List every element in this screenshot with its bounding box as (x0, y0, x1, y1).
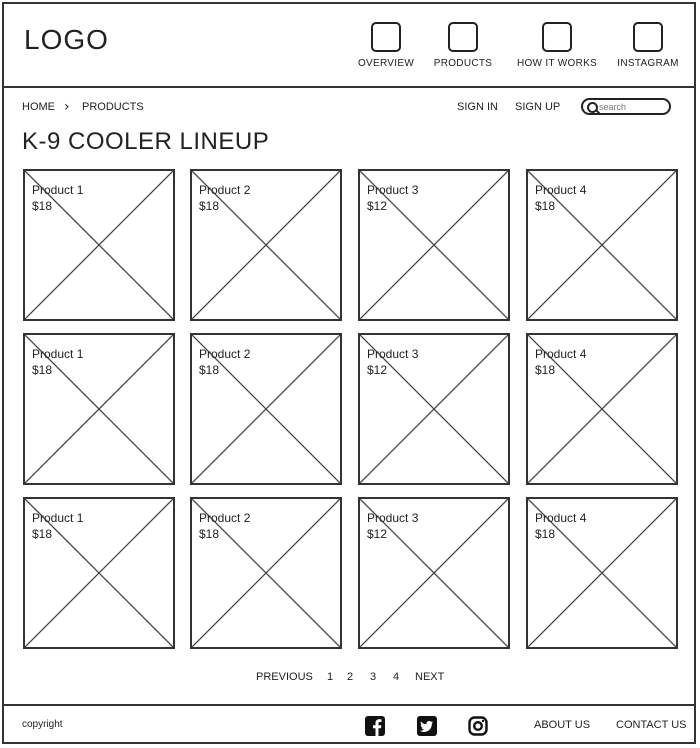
product-price: $18 (535, 527, 556, 541)
footer: copyright ABOUT US CONTACT US (2, 704, 696, 744)
product-name: Product 2 (199, 511, 251, 525)
contact-us-link[interactable]: CONTACT US (616, 719, 687, 731)
nav-how-it-works[interactable]: HOW IT WORKS (512, 22, 602, 69)
product-name: Product 1 (32, 347, 84, 361)
product-price: $18 (535, 363, 556, 377)
product-card[interactable]: Product 4 $18 (526, 497, 678, 649)
product-price: $18 (199, 363, 220, 377)
product-price: $18 (199, 199, 220, 213)
product-card[interactable]: Product 3 $12 (358, 333, 510, 485)
product-price: $18 (32, 527, 53, 541)
nav-label: INSTAGRAM (617, 58, 679, 69)
nav-products[interactable]: PRODUCTS (418, 22, 508, 69)
nav-instagram[interactable]: INSTAGRAM (603, 22, 693, 69)
product-card[interactable]: Product 1 $18 (23, 497, 175, 649)
breadcrumb-home[interactable]: HOME (22, 101, 55, 113)
overview-icon (371, 22, 401, 52)
pagination-page[interactable]: 3 (370, 671, 376, 683)
pagination-page[interactable]: 4 (393, 671, 399, 683)
how-it-works-icon (542, 22, 572, 52)
twitter-icon[interactable] (417, 716, 437, 736)
chevron-right-icon: › (64, 99, 70, 115)
product-card[interactable]: Product 4 $18 (526, 169, 678, 321)
product-card[interactable]: Product 2 $18 (190, 169, 342, 321)
product-name: Product 3 (367, 511, 419, 525)
about-us-link[interactable]: ABOUT US (534, 719, 590, 731)
product-card[interactable]: Product 3 $12 (358, 497, 510, 649)
product-name: Product 4 (535, 511, 587, 525)
product-price: $18 (32, 363, 53, 377)
pagination-previous[interactable]: PREVIOUS (256, 671, 313, 683)
product-price: $18 (32, 199, 53, 213)
copyright-text: copyright (22, 719, 63, 730)
header: LOGO OVERVIEW PRODUCTS HOW IT WORKS INST… (2, 2, 696, 88)
pagination-next[interactable]: NEXT (415, 671, 444, 683)
search-icon (587, 102, 598, 113)
product-card[interactable]: Product 2 $18 (190, 497, 342, 649)
product-card[interactable]: Product 4 $18 (526, 333, 678, 485)
product-price: $18 (199, 527, 220, 541)
product-price: $12 (367, 527, 388, 541)
sign-in-link[interactable]: SIGN IN (457, 101, 498, 113)
page-title: K-9 COOLER LINEUP (22, 128, 270, 155)
product-name: Product 3 (367, 347, 419, 361)
search-box[interactable] (581, 98, 671, 115)
product-price: $12 (367, 363, 388, 377)
pagination-page[interactable]: 2 (347, 671, 353, 683)
instagram-icon[interactable] (468, 716, 488, 736)
product-price: $12 (367, 199, 388, 213)
product-name: Product 1 (32, 183, 84, 197)
product-price: $18 (535, 199, 556, 213)
product-name: Product 2 (199, 183, 251, 197)
facebook-icon[interactable] (365, 716, 385, 736)
pagination-page[interactable]: 1 (327, 671, 333, 683)
search-input[interactable] (599, 100, 665, 113)
product-name: Product 3 (367, 183, 419, 197)
product-name: Product 4 (535, 347, 587, 361)
nav-label: HOW IT WORKS (516, 58, 598, 69)
instagram-nav-icon (633, 22, 663, 52)
product-card[interactable]: Product 1 $18 (23, 169, 175, 321)
product-card[interactable]: Product 1 $18 (23, 333, 175, 485)
sign-up-link[interactable]: SIGN UP (515, 101, 560, 113)
nav-label: PRODUCTS (433, 58, 493, 69)
product-name: Product 1 (32, 511, 84, 525)
product-card[interactable]: Product 3 $12 (358, 169, 510, 321)
product-name: Product 4 (535, 183, 587, 197)
products-icon (448, 22, 478, 52)
product-card[interactable]: Product 2 $18 (190, 333, 342, 485)
product-name: Product 2 (199, 347, 251, 361)
logo[interactable]: LOGO (24, 24, 109, 56)
breadcrumb-current: PRODUCTS (82, 101, 144, 113)
